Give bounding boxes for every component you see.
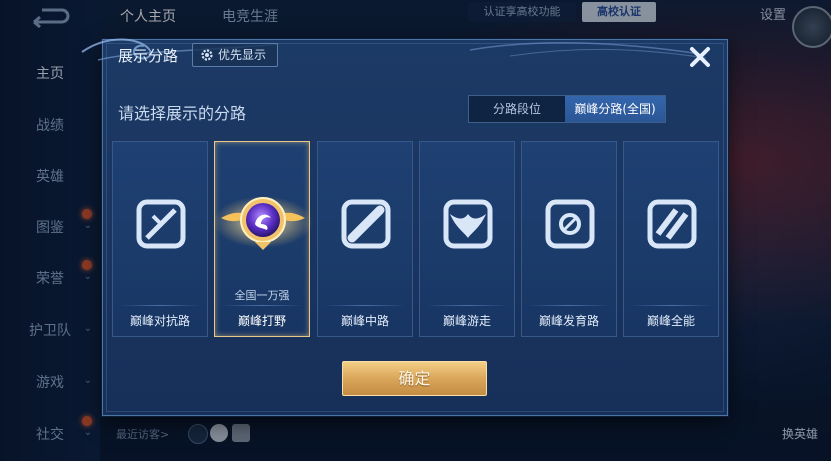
farm-lane-icon bbox=[545, 199, 595, 249]
gear-icon bbox=[201, 49, 213, 61]
lane-rank: 全国一万强 bbox=[234, 289, 290, 302]
lane-segment-toggle: 分路段位 巅峰分路(全国) bbox=[468, 95, 666, 123]
priority-display-button[interactable]: 优先显示 bbox=[192, 43, 278, 67]
dialog-title: 展示分路 bbox=[118, 47, 179, 65]
lane-card-jungle[interactable]: 全国一万强 巅峰打野 bbox=[213, 141, 313, 337]
divider bbox=[221, 305, 303, 306]
lane-card-mid[interactable]: 巅峰中路 bbox=[317, 141, 413, 337]
lane-card-all-round[interactable]: 巅峰全能 bbox=[623, 141, 719, 337]
lane-card-farm[interactable]: 巅峰发育路 bbox=[521, 141, 617, 337]
confirm-button[interactable]: 确定 bbox=[342, 361, 487, 396]
priority-display-label: 优先显示 bbox=[218, 48, 267, 62]
segment-lane-rank[interactable]: 分路段位 bbox=[469, 96, 565, 122]
mid-lane-icon bbox=[341, 199, 391, 249]
divider bbox=[528, 305, 610, 306]
all-round-icon bbox=[647, 199, 697, 249]
lane-card-clash[interactable]: 巅峰对抗路 bbox=[112, 141, 208, 337]
divider bbox=[426, 305, 508, 306]
divider bbox=[324, 305, 406, 306]
divider bbox=[630, 305, 712, 306]
lane-card-roam[interactable]: 巅峰游走 bbox=[419, 141, 515, 337]
lane-card-name: 巅峰打野 bbox=[237, 314, 286, 328]
jungle-medal-icon bbox=[213, 196, 313, 250]
segment-peak-lane-national[interactable]: 巅峰分路(全国) bbox=[565, 96, 665, 122]
close-icon[interactable] bbox=[683, 40, 717, 74]
clash-lane-icon bbox=[136, 199, 186, 249]
roam-icon bbox=[443, 199, 493, 249]
lane-card-name: 巅峰对抗路 bbox=[129, 314, 190, 328]
dialog-subtitle: 请选择展示的分路 bbox=[118, 104, 247, 123]
lane-card-name: 巅峰游走 bbox=[442, 314, 491, 328]
lane-card-name: 巅峰全能 bbox=[646, 314, 695, 328]
cloud-ornament bbox=[470, 42, 707, 59]
lane-card-name: 巅峰发育路 bbox=[538, 314, 599, 328]
lane-card-name: 巅峰中路 bbox=[340, 314, 389, 328]
divider bbox=[119, 305, 201, 306]
